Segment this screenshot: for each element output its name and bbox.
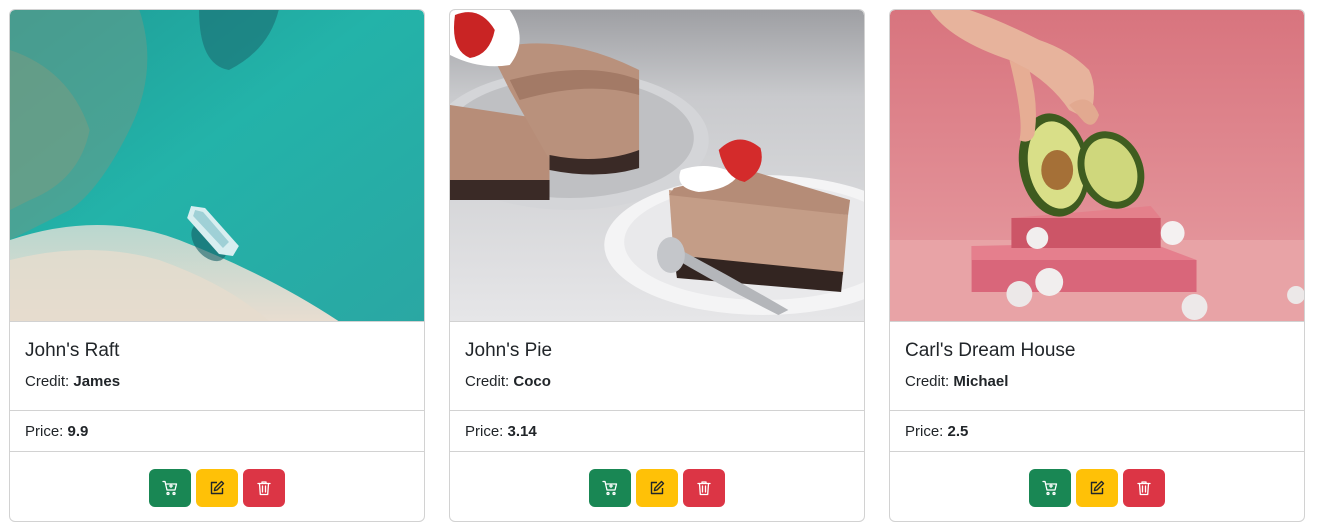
delete-button[interactable] — [1123, 468, 1165, 507]
product-card: John's Pie Credit: Coco Price: 3.14 — [449, 9, 865, 522]
cart-plus-icon — [602, 480, 618, 495]
product-price: Price: 2.5 — [890, 410, 1304, 451]
product-title: John's Raft — [25, 340, 120, 361]
delete-button[interactable] — [243, 468, 285, 507]
product-image — [450, 10, 864, 321]
card-footer — [10, 451, 424, 521]
product-card: Carl's Dream House Credit: Michael Price… — [889, 9, 1305, 522]
edit-button[interactable] — [1076, 468, 1118, 507]
price-value: 9.9 — [67, 423, 89, 440]
edit-button[interactable] — [196, 468, 238, 507]
credit-value: James — [73, 373, 121, 390]
price-value: 3.14 — [507, 423, 537, 440]
price-label: Price: — [465, 423, 508, 440]
product-image — [10, 10, 424, 321]
delete-button[interactable] — [683, 468, 725, 507]
product-title: Carl's Dream House — [905, 340, 1076, 361]
product-title: John's Pie — [465, 340, 553, 361]
card-footer — [450, 451, 864, 521]
cart-plus-icon — [1042, 480, 1058, 495]
price-label: Price: — [25, 423, 68, 440]
card-body: Carl's Dream House Credit: Michael — [890, 321, 1304, 410]
card-body: John's Raft Credit: James — [10, 321, 424, 410]
product-card: John's Raft Credit: James Price: 9.9 — [9, 9, 425, 522]
product-image — [890, 10, 1304, 321]
product-credit: Credit: James — [25, 372, 409, 392]
pencil-square-icon — [210, 480, 225, 494]
product-credit: Credit: Michael — [905, 372, 1289, 392]
product-price: Price: 3.14 — [450, 410, 864, 451]
add-to-cart-button[interactable] — [149, 468, 191, 507]
product-price: Price: 9.9 — [10, 410, 424, 451]
pencil-square-icon — [650, 480, 665, 494]
edit-button[interactable] — [636, 468, 678, 507]
cart-plus-icon — [162, 480, 178, 495]
pencil-square-icon — [1090, 480, 1105, 494]
credit-value: Coco — [513, 373, 551, 390]
credit-value: Michael — [953, 373, 1009, 390]
credit-label: Credit: — [465, 373, 514, 390]
credit-label: Credit: — [25, 373, 74, 390]
trash-icon — [1137, 480, 1151, 495]
card-footer — [890, 451, 1304, 521]
product-credit: Credit: Coco — [465, 372, 849, 392]
credit-label: Credit: — [905, 373, 954, 390]
trash-icon — [697, 480, 711, 495]
price-value: 2.5 — [947, 423, 969, 440]
add-to-cart-button[interactable] — [589, 468, 631, 507]
price-label: Price: — [905, 423, 948, 440]
trash-icon — [257, 480, 271, 495]
add-to-cart-button[interactable] — [1029, 468, 1071, 507]
card-body: John's Pie Credit: Coco — [450, 321, 864, 410]
